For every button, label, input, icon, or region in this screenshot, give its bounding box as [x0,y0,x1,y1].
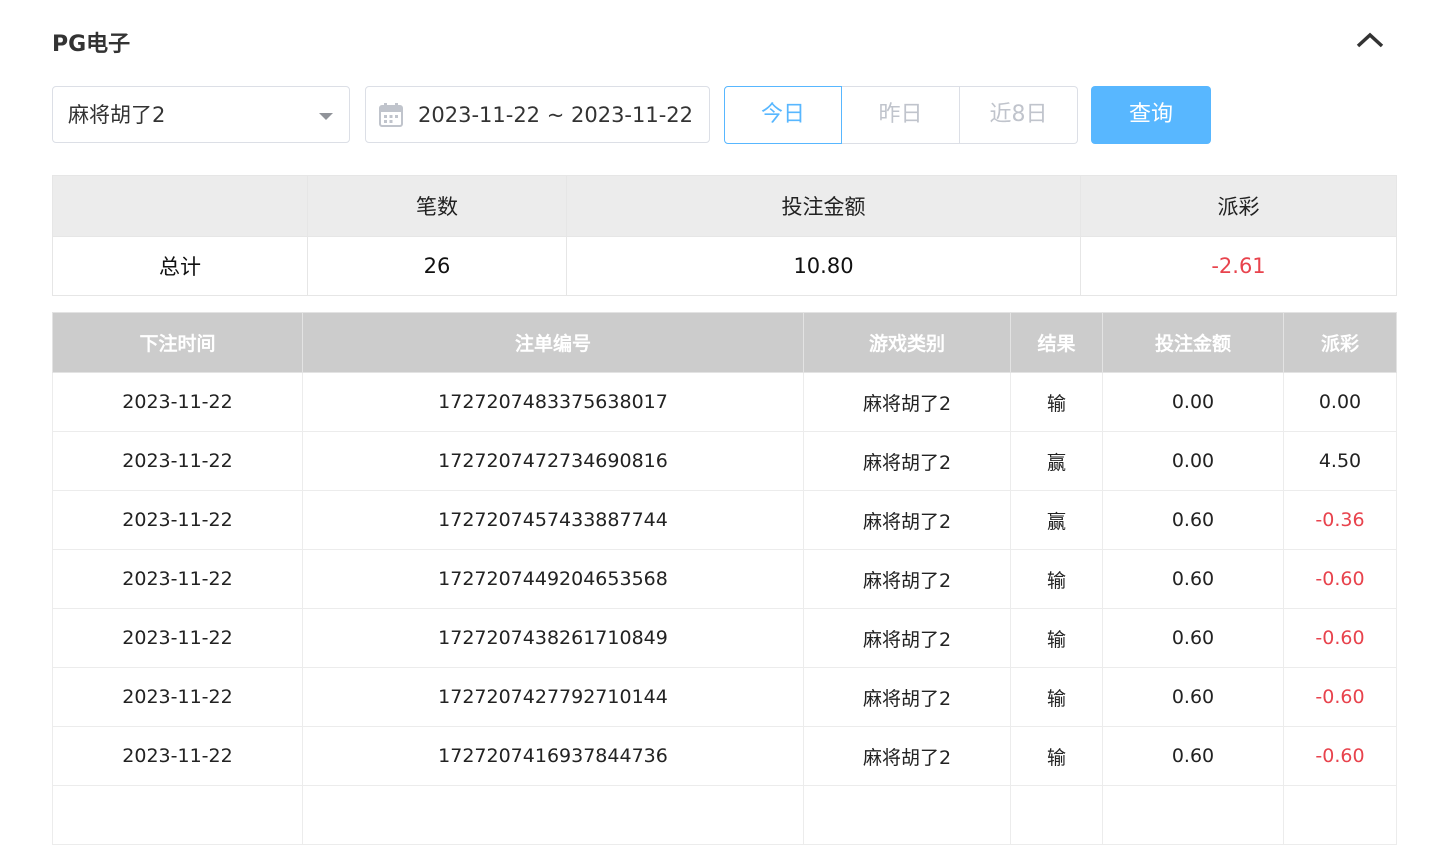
cell-empty [1283,785,1397,845]
cell-result: 输 [1010,726,1103,786]
cell-bet-amount: 0.60 [1102,667,1284,727]
cell-bet-id: 1727207438261710849 [302,608,804,668]
summary-header-payout: 派彩 [1080,175,1397,237]
cell-empty [1010,785,1103,845]
summary-table: 笔数 投注金额 派彩 总计 26 10.80 -2.61 [52,175,1397,296]
header-bet-time: 下注时间 [52,312,303,373]
cell-payout: 4.50 [1283,431,1397,491]
summary-header-bet: 投注金额 [566,175,1081,237]
cell-result: 输 [1010,372,1103,432]
calendar-icon [379,103,403,127]
cell-bet-time: 2023-11-22 [52,726,303,786]
range-8days-button[interactable]: 近8日 [960,86,1078,144]
cell-bet-amount: 0.60 [1102,726,1284,786]
cell-bet-amount: 0.60 [1102,608,1284,668]
cell-bet-time: 2023-11-22 [52,490,303,550]
cell-bet-id: 1727207457433887744 [302,490,804,550]
cell-game-type: 麻将胡了2 [803,608,1011,668]
cell-payout: 0.00 [1283,372,1397,432]
detail-header-row: 下注时间 注单编号 游戏类别 结果 投注金额 派彩 [52,312,1397,373]
game-select[interactable]: 麻将胡了2 [52,86,350,143]
cell-empty [52,785,303,845]
cell-bet-amount: 0.00 [1102,372,1284,432]
query-button[interactable]: 查询 [1091,86,1211,144]
cell-bet-id: 1727207483375638017 [302,372,804,432]
cell-game-type: 麻将胡了2 [803,726,1011,786]
cell-game-type: 麻将胡了2 [803,490,1011,550]
date-range-picker[interactable]: 2023-11-22 ~ 2023-11-22 [365,86,710,143]
cell-result: 输 [1010,549,1103,609]
cell-bet-id: 1727207472734690816 [302,431,804,491]
cell-game-type: 麻将胡了2 [803,549,1011,609]
summary-total-label: 总计 [52,236,308,296]
header-result: 结果 [1010,312,1103,373]
quick-range-group: 今日 昨日 近8日 [724,86,1078,144]
table-row: 2023-11-22 1727207427792710144 麻将胡了2 输 0… [52,667,1397,727]
bet-detail-table: 下注时间 注单编号 游戏类别 结果 投注金额 派彩 2023-11-22 172… [52,312,1397,845]
cell-result: 赢 [1010,490,1103,550]
header-bet-amount: 投注金额 [1102,312,1284,373]
caret-down-icon [319,113,333,120]
table-row: 2023-11-22 1727207416937844736 麻将胡了2 输 0… [52,726,1397,786]
range-today-button[interactable]: 今日 [724,86,842,144]
table-row: 2023-11-22 1727207483375638017 麻将胡了2 输 0… [52,372,1397,432]
table-row: 2023-11-22 1727207449204653568 麻将胡了2 输 0… [52,549,1397,609]
cell-bet-id: 1727207416937844736 [302,726,804,786]
cell-payout: -0.60 [1283,667,1397,727]
cell-payout: -0.60 [1283,726,1397,786]
summary-total-row: 总计 26 10.80 -2.61 [52,236,1397,296]
table-row-partial [52,785,1397,845]
header-payout: 派彩 [1283,312,1397,373]
summary-header-count: 笔数 [307,175,567,237]
cell-payout: -0.60 [1283,549,1397,609]
cell-bet-time: 2023-11-22 [52,608,303,668]
cell-bet-amount: 0.60 [1102,549,1284,609]
summary-total-count: 26 [307,236,567,296]
cell-bet-id: 1727207427792710144 [302,667,804,727]
cell-game-type: 麻将胡了2 [803,431,1011,491]
cell-payout: -0.36 [1283,490,1397,550]
summary-header-row: 笔数 投注金额 派彩 [52,175,1397,237]
summary-total-payout: -2.61 [1080,236,1397,296]
date-range-value: 2023-11-22 ~ 2023-11-22 [418,103,694,127]
summary-total-bet: 10.80 [566,236,1081,296]
cell-bet-time: 2023-11-22 [52,667,303,727]
range-yesterday-button[interactable]: 昨日 [842,86,960,144]
cell-game-type: 麻将胡了2 [803,667,1011,727]
header-bet-id: 注单编号 [302,312,804,373]
cell-empty [1102,785,1284,845]
cell-payout: -0.60 [1283,608,1397,668]
summary-header-blank [52,175,308,237]
cell-bet-time: 2023-11-22 [52,431,303,491]
table-row: 2023-11-22 1727207457433887744 麻将胡了2 赢 0… [52,490,1397,550]
cell-bet-time: 2023-11-22 [52,372,303,432]
cell-result: 赢 [1010,431,1103,491]
table-row: 2023-11-22 1727207472734690816 麻将胡了2 赢 0… [52,431,1397,491]
header-game-type: 游戏类别 [803,312,1011,373]
cell-empty [803,785,1011,845]
chevron-up-icon[interactable] [1352,26,1388,54]
cell-result: 输 [1010,667,1103,727]
game-select-value: 麻将胡了2 [68,103,166,127]
cell-bet-id: 1727207449204653568 [302,549,804,609]
table-row: 2023-11-22 1727207438261710849 麻将胡了2 输 0… [52,608,1397,668]
cell-result: 输 [1010,608,1103,668]
cell-bet-amount: 0.00 [1102,431,1284,491]
cell-empty [302,785,804,845]
cell-game-type: 麻将胡了2 [803,372,1011,432]
page-title: PG电子 [52,32,131,57]
cell-bet-amount: 0.60 [1102,490,1284,550]
cell-bet-time: 2023-11-22 [52,549,303,609]
